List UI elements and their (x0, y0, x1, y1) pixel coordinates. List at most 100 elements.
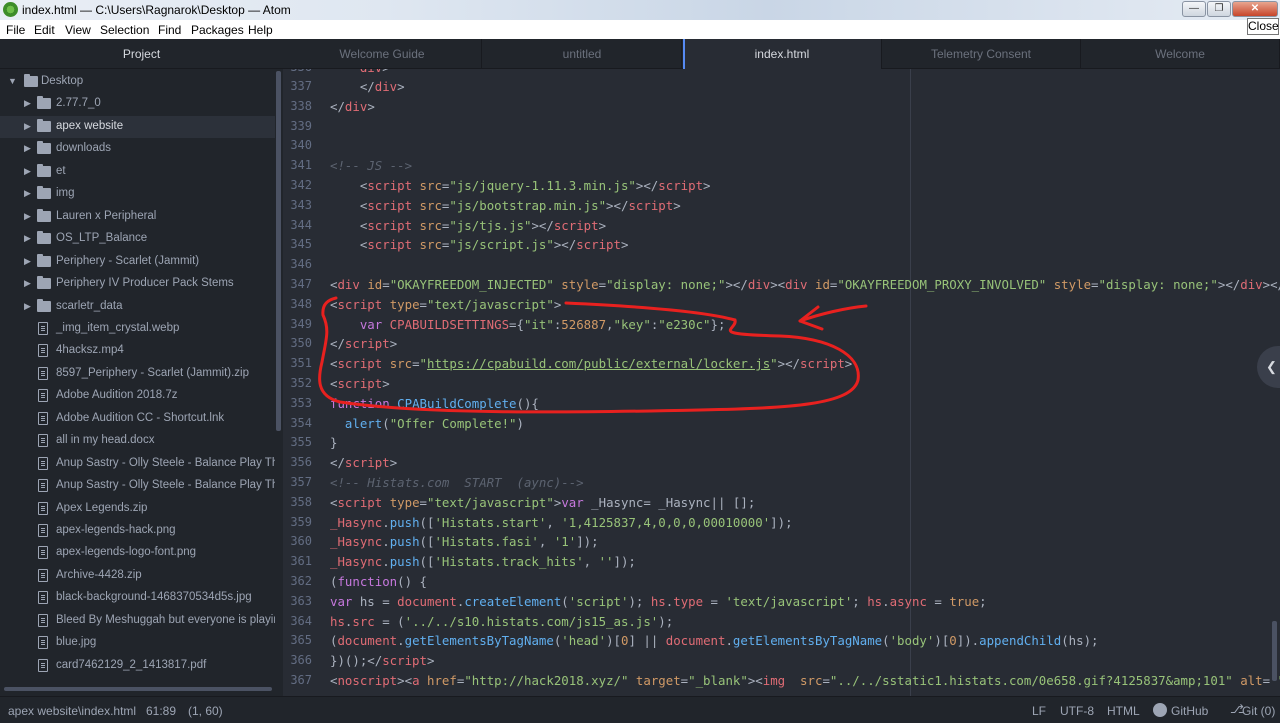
file-tree: ▼ Desktop ▶ 2.77.7_0 ▶ apex website ▶ downloa… (0, 71, 275, 696)
code-token: = (1262, 673, 1271, 688)
tree-folder-item[interactable]: ▶ 2.77.7_0 (0, 93, 275, 115)
code-token: true (949, 594, 980, 609)
code-token: </ (330, 99, 345, 114)
status-cursor-position[interactable]: 61:89 (146, 704, 176, 718)
code-line: (document.getElementsByTagName('head')[0… (330, 631, 1099, 651)
code-line: <script src="js/bootstrap.min.js"></scri… (330, 196, 681, 216)
tree-folder-item[interactable]: ▶ et (0, 161, 275, 183)
folder-icon (37, 254, 51, 267)
tree-folder-item[interactable]: ▶ img (0, 183, 275, 205)
status-grammar[interactable]: HTML (1107, 704, 1140, 718)
status-file-path[interactable]: apex website\index.html (8, 704, 136, 718)
tree-file-item[interactable]: Anup Sastry - Olly Steele - Balance Play… (0, 475, 275, 497)
tree-root-desktop[interactable]: ▼ Desktop (0, 71, 275, 93)
status-git[interactable]: Git (0) (1242, 704, 1275, 718)
code-token: href (419, 673, 457, 688)
tree-file-item[interactable]: apex-legends-hack.png (0, 520, 275, 542)
tree-file-item[interactable]: Adobe Audition CC - Shortcut.lnk (0, 408, 275, 430)
code-token: "../../sstatic1.histats.com/0e658.gif?41… (829, 673, 1233, 688)
menu-find[interactable]: Find (158, 23, 181, 37)
tree-file-item[interactable]: apex-legends-logo-font.png (0, 542, 275, 564)
tree-folder-item[interactable]: ▶ downloads (0, 138, 275, 160)
code-token: ={ (509, 317, 524, 332)
minimize-button[interactable]: — (1182, 1, 1206, 17)
code-token: alt (1232, 673, 1263, 688)
tree-file-item[interactable]: all in my head.docx (0, 430, 275, 452)
tree-file-item[interactable]: Anup Sastry - Olly Steele - Balance Play… (0, 453, 275, 475)
code-token: , (546, 515, 562, 530)
tree-file-item[interactable]: Bleed By Meshuggah but everyone is playi… (0, 610, 275, 632)
status-selection-count[interactable]: (1, 60) (188, 704, 223, 718)
tree-file-item[interactable]: card7462129_2_1413817.pdf (0, 655, 275, 677)
code-token: <!-- Histats.com START (aync)--> (330, 475, 584, 490)
tree-file-item[interactable]: 4hacksz.mp4 (0, 340, 275, 362)
line-number: 364 (290, 614, 312, 628)
maximize-button[interactable]: ❐ (1207, 1, 1231, 17)
status-line-ending[interactable]: LF (1032, 704, 1046, 718)
code-token: "js/tjs.js" (449, 218, 532, 233)
tab-untitled[interactable]: untitled (483, 39, 682, 69)
code-token: '' (598, 554, 614, 569)
code-token: "http://hack2018.xyz/" (464, 673, 629, 688)
code-token: . (382, 534, 390, 549)
tree-folder-item[interactable]: ▶ Periphery IV Producer Pack Stems (0, 273, 275, 295)
code-token: 'body' (889, 633, 935, 648)
code-token: script (344, 455, 390, 470)
status-github[interactable]: GitHub (1171, 704, 1208, 718)
editor-scrollbar[interactable] (1272, 621, 1277, 681)
code-token: > (673, 198, 681, 213)
code-line: var hs = document. createElement('script'… (330, 592, 987, 612)
tree-file-item[interactable]: black-background-1468370534d5s.jpg (0, 587, 275, 609)
menu-edit[interactable]: Edit (34, 23, 55, 37)
tree-item-label: Bleed By Meshuggah but everyone is playi… (56, 614, 275, 626)
tab-welcome[interactable]: Welcome (1081, 39, 1280, 69)
tree-file-item[interactable]: Adobe Audition 2018.7z (0, 385, 275, 407)
chevron-right-icon: ▶ (24, 188, 31, 198)
menu-help[interactable]: Help (248, 23, 273, 37)
tree-folder-item[interactable]: ▶ Lauren x Peripheral (0, 206, 275, 228)
close-button[interactable]: ✕ (1232, 1, 1278, 17)
file-icon (38, 659, 48, 672)
code-lines[interactable]: div> </div></div><!-- JS --> <script src… (330, 69, 1280, 696)
code-token: 'Histats.track_hits' (434, 554, 584, 569)
code-token: > (367, 99, 375, 114)
line-number: 363 (290, 594, 312, 608)
code-token: > (598, 218, 607, 233)
file-icon (38, 479, 48, 492)
line-number: 346 (290, 257, 312, 271)
status-encoding[interactable]: UTF-8 (1060, 704, 1094, 718)
tree-file-item[interactable]: Archive-4428.zip (0, 565, 275, 587)
tree-folder-item[interactable]: ▶ scarletr_data (0, 296, 275, 318)
code-token: < (330, 237, 368, 252)
line-number: 347 (290, 277, 312, 291)
code-token: id (807, 277, 830, 292)
tree-file-item[interactable]: 8597_Periphery - Scarlet (Jammit).zip (0, 363, 275, 385)
code-token: function (337, 574, 398, 589)
tree-file-item[interactable]: blue.jpg (0, 632, 275, 654)
tree-file-item[interactable]: _img_item_crystal.webp (0, 318, 275, 340)
tree-scrollbar[interactable] (276, 71, 281, 431)
code-token: = (703, 594, 726, 609)
folder-icon (37, 186, 51, 199)
menu-packages[interactable]: Packages (191, 23, 244, 37)
code-token: type (382, 297, 420, 312)
text-editor[interactable]: 336 337338339340341342343344345346347348… (283, 69, 1280, 696)
tab-welcome-guide[interactable]: Welcome Guide (283, 39, 482, 69)
tab-index-html[interactable]: index.html (683, 39, 882, 69)
code-token: "OKAYFREEDOM_PROXY_INVOLVED" (837, 277, 1047, 292)
status-bar: apex website\index.html 61:89 (1, 60) LF… (0, 696, 1280, 723)
code-token: type (673, 594, 704, 609)
tree-file-item[interactable]: Apex Legends.zip (0, 498, 275, 520)
menu-file[interactable]: File (6, 23, 25, 37)
tree-folder-item[interactable]: ▶ Periphery - Scarlet (Jammit) (0, 251, 275, 273)
code-token: > (397, 79, 405, 94)
code-token: = (412, 356, 420, 371)
tree-folder-item[interactable]: ▶ apex website (0, 116, 275, 138)
code-token: = ( (374, 614, 405, 629)
tree-folder-item[interactable]: ▶ OS_LTP_Balance (0, 228, 275, 250)
menu-selection[interactable]: Selection (100, 23, 149, 37)
line-number: 355 (290, 435, 312, 449)
tab-telemetry-consent[interactable]: Telemetry Consent (882, 39, 1081, 69)
menu-view[interactable]: View (65, 23, 91, 37)
tree-horizontal-scrollbar[interactable] (4, 687, 272, 691)
